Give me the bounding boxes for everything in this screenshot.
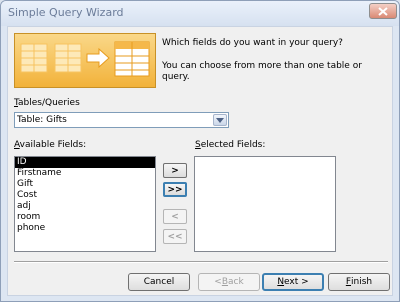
list-item[interactable]: adj bbox=[15, 201, 155, 212]
back-button-prefix: < bbox=[214, 277, 222, 287]
selected-fields-label: Selected Fields: bbox=[195, 140, 265, 150]
tables-queries-value: Table: Gifts bbox=[17, 115, 67, 125]
back-button[interactable]: < Back bbox=[198, 273, 260, 291]
wizard-question: Which fields do you want in your query? bbox=[162, 38, 343, 48]
next-button-mnemonic: N bbox=[277, 277, 285, 287]
back-button-rest: ack bbox=[228, 277, 244, 287]
list-item[interactable]: Cost bbox=[15, 190, 155, 201]
tables-queries-label-rest: ables/Queries bbox=[18, 98, 80, 108]
list-item[interactable]: phone bbox=[15, 223, 155, 234]
wizard-illustration bbox=[14, 33, 156, 88]
finish-button-rest: inish bbox=[351, 277, 373, 287]
list-item[interactable]: Firstname bbox=[15, 168, 155, 179]
tables-queries-label: Tables/Queries bbox=[14, 98, 80, 108]
wizard-hint: You can choose from more than one table … bbox=[162, 61, 362, 82]
tables-queries-dropdown[interactable]: Table: Gifts bbox=[14, 112, 229, 128]
list-item[interactable]: Gift bbox=[15, 179, 155, 190]
chevron-down-icon bbox=[216, 117, 224, 123]
window-title: Simple Query Wizard bbox=[8, 6, 124, 19]
title-bar[interactable]: Simple Query Wizard bbox=[1, 1, 399, 26]
close-button[interactable] bbox=[369, 3, 397, 19]
selected-fields-list[interactable] bbox=[194, 156, 336, 252]
close-icon bbox=[378, 6, 388, 16]
table-transfer-icon bbox=[20, 41, 150, 77]
list-item[interactable]: ID bbox=[15, 157, 155, 168]
add-field-button[interactable]: > bbox=[163, 163, 187, 178]
footer-divider bbox=[14, 261, 388, 263]
selected-fields-label-rest: elected Fields: bbox=[200, 140, 266, 150]
finish-button[interactable]: Finish bbox=[328, 273, 390, 291]
wizard-window: Simple Query Wizard Which fields do you … bbox=[0, 0, 400, 302]
remove-field-button[interactable]: < bbox=[163, 209, 187, 224]
wizard-body: Which fields do you want in your query? … bbox=[7, 26, 393, 296]
next-button-rest: ext > bbox=[284, 277, 309, 287]
cancel-button[interactable]: Cancel bbox=[128, 273, 190, 291]
available-fields-label: Available Fields: bbox=[14, 140, 86, 150]
add-all-fields-button[interactable]: >> bbox=[163, 182, 187, 197]
remove-all-fields-button[interactable]: << bbox=[163, 229, 187, 244]
available-fields-label-rest: vailable Fields: bbox=[19, 140, 87, 150]
next-button[interactable]: Next > bbox=[262, 273, 324, 291]
dropdown-button[interactable] bbox=[213, 114, 227, 126]
available-fields-list[interactable]: ID Firstname Gift Cost adj room phone bbox=[14, 156, 156, 252]
list-item[interactable]: room bbox=[15, 212, 155, 223]
